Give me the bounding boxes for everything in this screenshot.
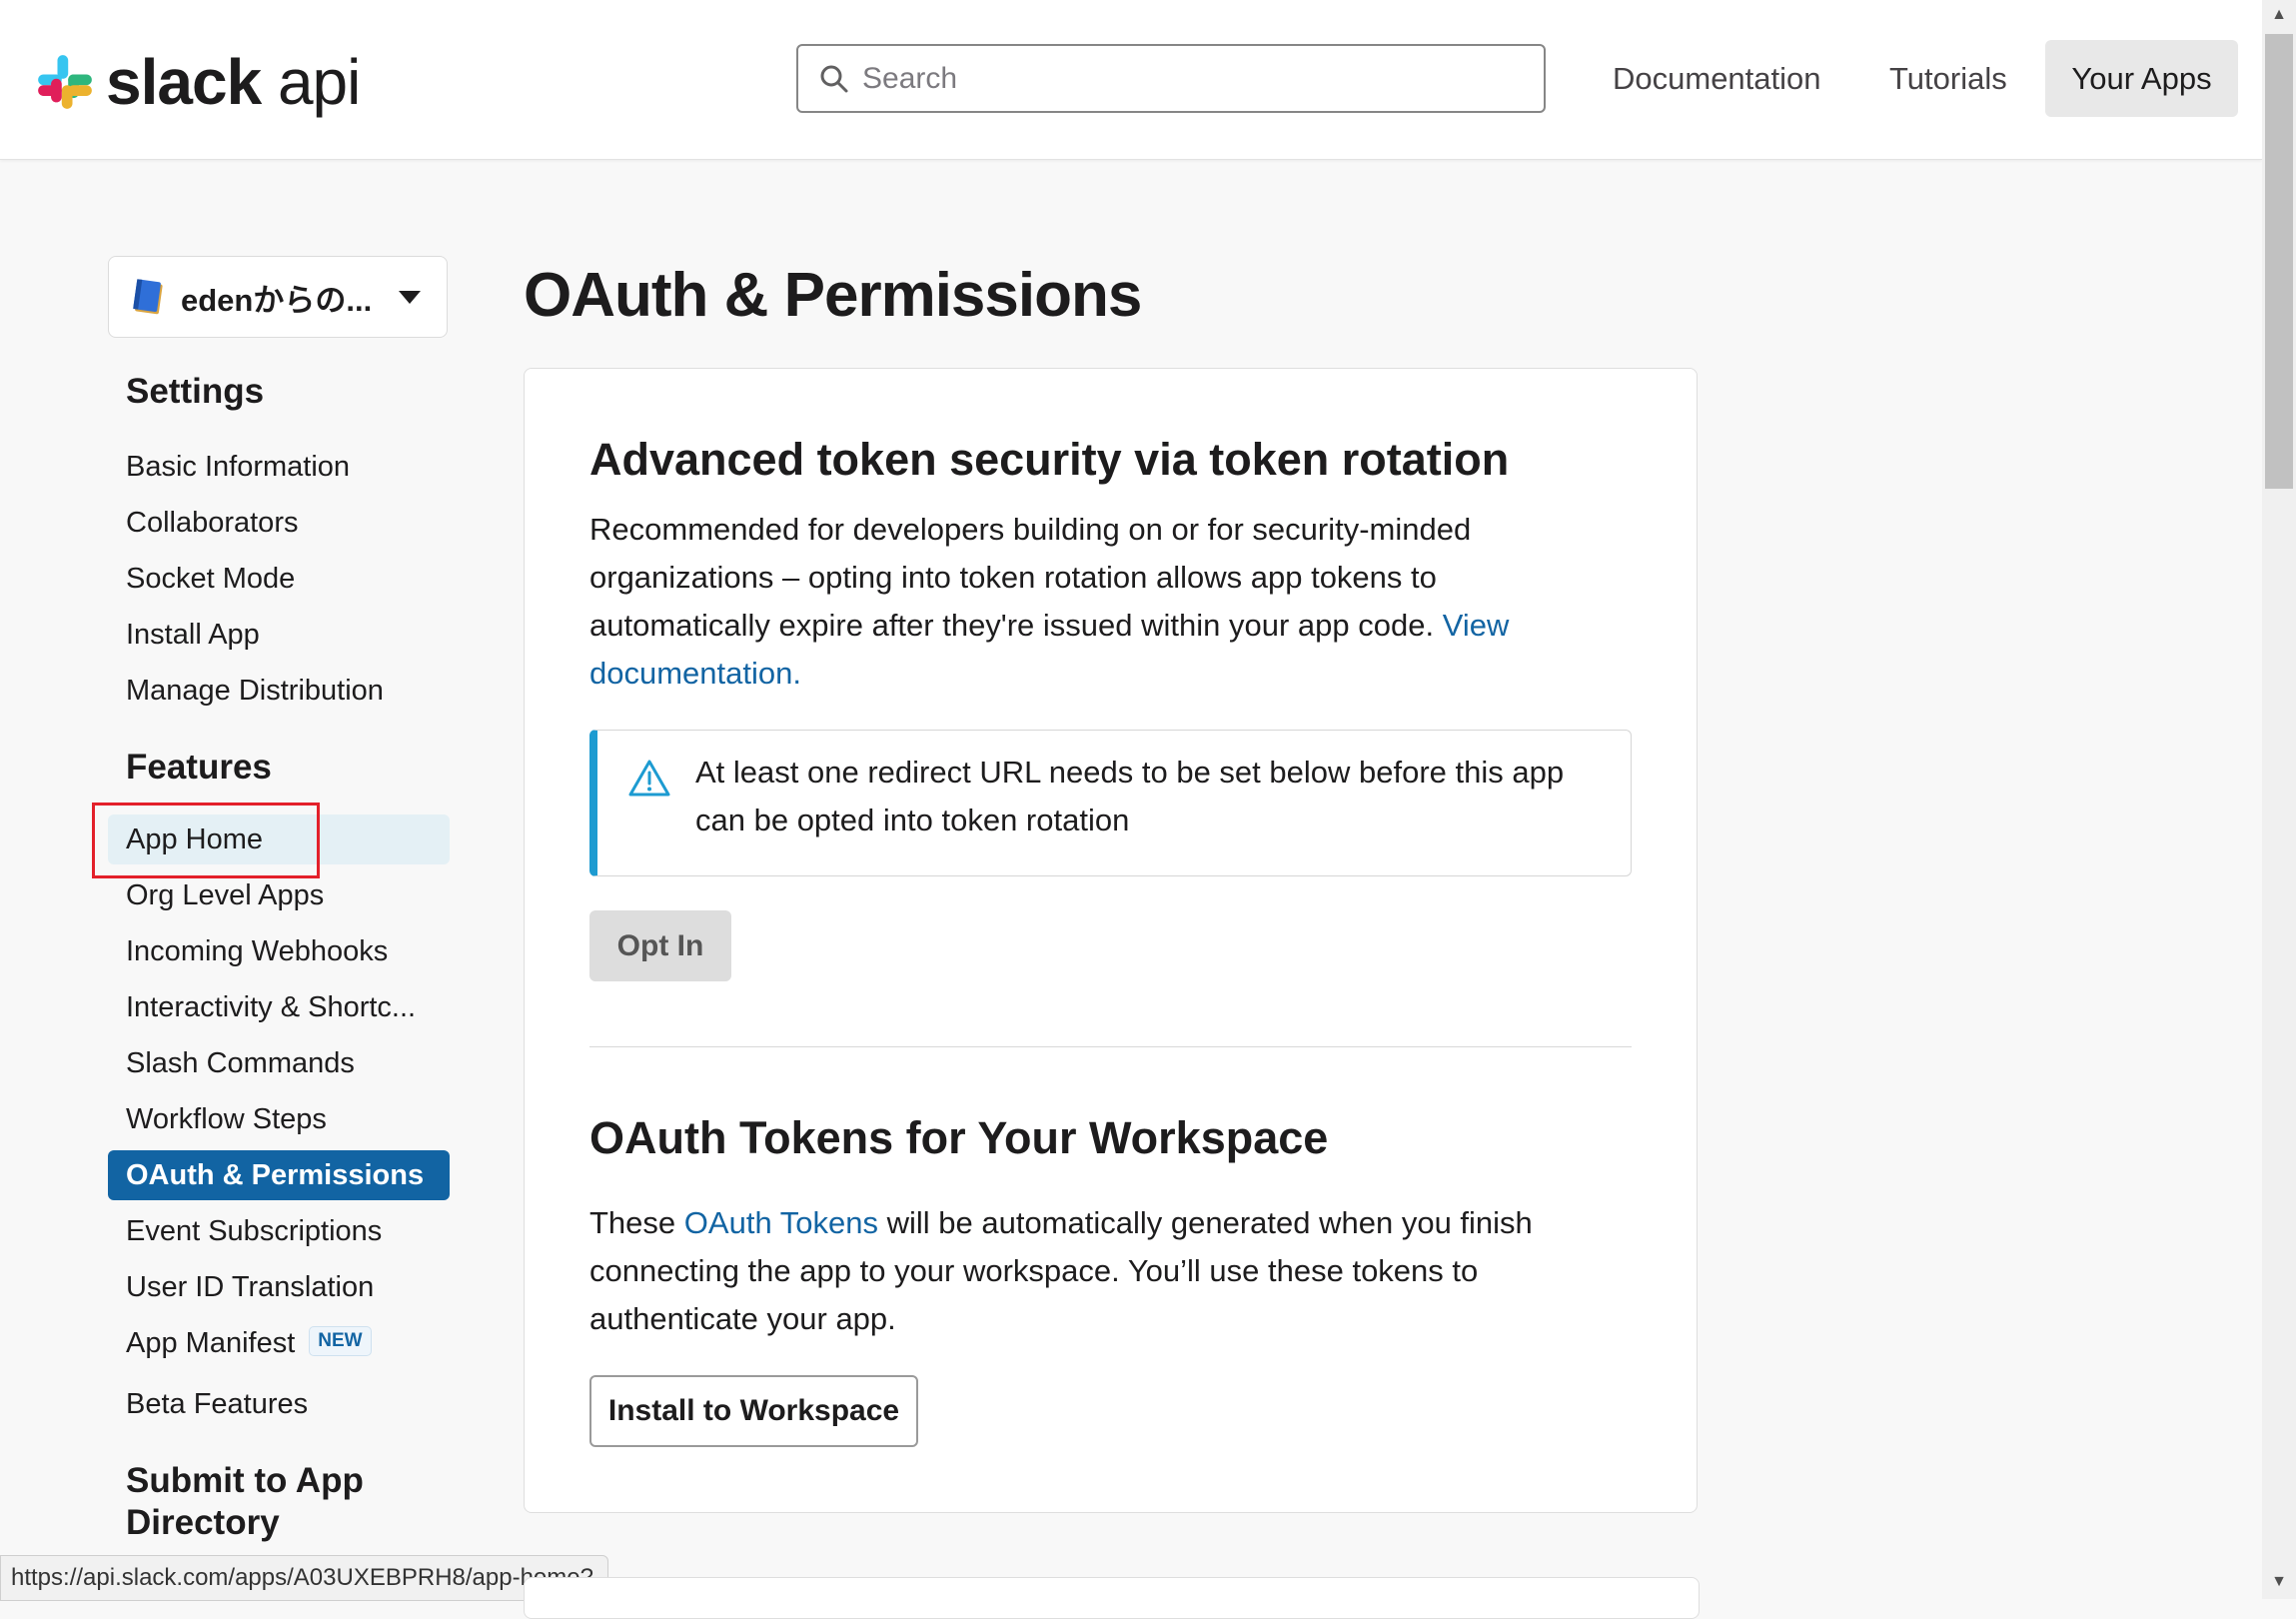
sidebar-item-manage-distribution[interactable]: Manage Distribution <box>108 666 450 716</box>
alert-text: At least one redirect URL needs to be se… <box>695 755 1565 837</box>
sidebar-item-user-id-translation[interactable]: User ID Translation <box>108 1262 450 1312</box>
token-rotation-description: Recommended for developers building on o… <box>589 506 1599 698</box>
oauth-text-before: These <box>589 1205 676 1240</box>
opt-in-button[interactable]: Opt In <box>589 910 731 981</box>
slack-logo-icon <box>38 55 92 109</box>
scroll-down-arrow-icon[interactable]: ▼ <box>2265 1567 2293 1597</box>
app-switcher-dropdown[interactable]: edenからの... <box>108 256 448 338</box>
sidebar-item-label: App Manifest <box>126 1327 296 1359</box>
nav-documentation-link[interactable]: Documentation <box>1613 54 1821 104</box>
section-divider <box>589 1046 1632 1047</box>
sidebar-item-incoming-webhooks[interactable]: Incoming Webhooks <box>108 926 450 976</box>
search-icon <box>818 63 850 95</box>
search-box[interactable] <box>796 44 1546 113</box>
redirect-url-warning-alert: At least one redirect URL needs to be se… <box>589 730 1632 876</box>
slack-api-logo[interactable]: slack api <box>36 46 361 118</box>
logo-text: slack api <box>106 46 361 118</box>
install-to-workspace-button[interactable]: Install to Workspace <box>589 1375 918 1447</box>
sidebar-item-basic-information[interactable]: Basic Information <box>108 442 450 492</box>
settings-heading: Settings <box>126 372 265 411</box>
oauth-tokens-description: These OAuth Tokens will be automatically… <box>589 1199 1599 1343</box>
sidebar-item-oauth-permissions[interactable]: OAuth & Permissions <box>108 1150 450 1200</box>
warning-triangle-icon <box>628 760 670 797</box>
scroll-up-arrow-icon[interactable]: ▲ <box>2265 0 2293 30</box>
sidebar-item-socket-mode[interactable]: Socket Mode <box>108 554 450 604</box>
submit-to-app-directory-heading: Submit to App Directory <box>126 1461 364 1543</box>
token-rotation-text: Recommended for developers building on o… <box>589 512 1472 643</box>
submit-heading-line2: Directory <box>126 1503 280 1542</box>
next-settings-card <box>524 1577 1700 1619</box>
oauth-tokens-heading: OAuth Tokens for Your Workspace <box>589 1112 1329 1163</box>
app-name: edenからの... <box>181 282 373 318</box>
caret-down-icon <box>399 290 421 304</box>
sidebar-item-event-subscriptions[interactable]: Event Subscriptions <box>108 1206 450 1256</box>
nav-your-apps-button[interactable]: Your Apps <box>2045 40 2238 117</box>
search-input[interactable] <box>860 60 1544 97</box>
page-title: OAuth & Permissions <box>524 261 1142 330</box>
token-rotation-heading: Advanced token security via token rotati… <box>589 434 1510 485</box>
submit-heading-line1: Submit to App <box>126 1461 364 1500</box>
sidebar-item-workflow-steps[interactable]: Workflow Steps <box>108 1094 450 1144</box>
new-badge: NEW <box>309 1326 372 1357</box>
red-highlight-annotation <box>92 803 320 878</box>
sidebar-item-collaborators[interactable]: Collaborators <box>108 498 450 548</box>
sidebar-item-app-manifest[interactable]: App Manifest NEW <box>108 1318 450 1368</box>
oauth-tokens-link[interactable]: OAuth Tokens <box>684 1205 878 1240</box>
sidebar-item-interactivity-shortcuts[interactable]: Interactivity & Shortc... <box>108 982 450 1032</box>
top-header: slack api Documentation Tutorials Your A… <box>0 0 2262 160</box>
sidebar-item-beta-features[interactable]: Beta Features <box>108 1379 450 1429</box>
blue-book-icon <box>133 279 163 315</box>
features-heading: Features <box>126 748 272 787</box>
sidebar-item-install-app[interactable]: Install App <box>108 610 450 660</box>
sidebar-item-slash-commands[interactable]: Slash Commands <box>108 1038 450 1088</box>
link-hover-status-url: https://api.slack.com/apps/A03UXEBPRH8/a… <box>0 1555 608 1601</box>
nav-tutorials-link[interactable]: Tutorials <box>1889 54 2007 104</box>
scrollbar-thumb[interactable] <box>2265 34 2293 489</box>
